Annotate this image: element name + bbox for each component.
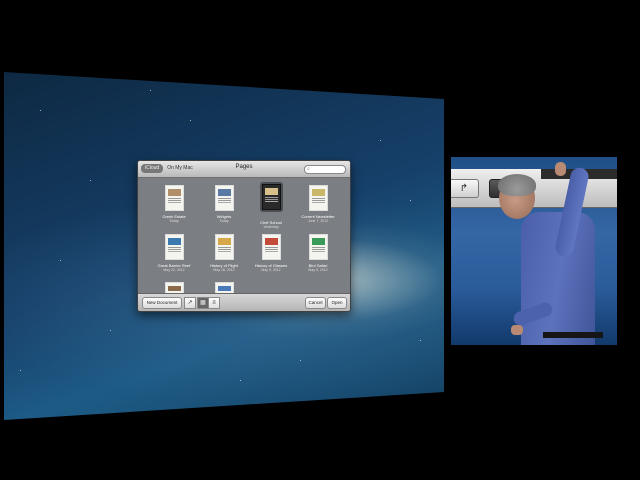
pages-document-browser: iCloud On My Mac Pages ⌕ Greek Estate To… (137, 160, 351, 312)
document-thumbnail (164, 234, 184, 260)
document-thumbnail (164, 185, 184, 211)
document-grid: Greek Estate Today Widgets Today Chef Sc… (138, 178, 350, 296)
share-icon[interactable]: ↗ (184, 297, 196, 309)
document-thumbnail (214, 185, 234, 211)
document-item[interactable]: Great Barrier Reef May 22, 2012 (150, 234, 198, 272)
document-item-selected[interactable]: Chef School Yesterday (247, 182, 295, 229)
search-icon: ⌕ (307, 166, 310, 172)
open-button[interactable]: Open (327, 297, 347, 309)
document-thumbnail (308, 185, 328, 211)
document-item[interactable]: Greek Estate Today (150, 185, 198, 223)
document-date: Today (169, 219, 179, 223)
share-icon: ↱ (451, 179, 479, 198)
presenter-belt (543, 332, 603, 338)
presenter-video-feed: ↱ (451, 157, 617, 345)
search-input[interactable]: ⌕ (304, 165, 346, 174)
document-date: June 7, 2012 (307, 219, 329, 223)
document-date: May 22, 2012 (163, 268, 185, 272)
document-thumbnail (308, 234, 328, 260)
document-item[interactable]: Widgets Today (200, 185, 248, 223)
document-date: May 18, 2012 (213, 268, 235, 272)
selection-highlight (259, 182, 283, 212)
presenter-lower-hand (511, 325, 523, 335)
presenter-hair (498, 174, 536, 196)
document-item[interactable]: History of Glasses May 9, 2012 (247, 234, 295, 272)
presenter-hand (555, 162, 566, 176)
document-item[interactable]: Current Newsletter June 7, 2012 (294, 185, 342, 223)
document-item[interactable]: History of Flight May 18, 2012 (200, 234, 248, 272)
document-thumbnail (261, 184, 281, 210)
titlebar: iCloud On My Mac Pages ⌕ (138, 161, 350, 178)
document-date: Yesterday (263, 225, 279, 229)
document-thumbnail (214, 234, 234, 260)
document-item[interactable]: Bird Safari May 5, 2012 (294, 234, 342, 272)
document-date: May 9, 2012 (261, 268, 281, 272)
document-thumbnail (261, 234, 281, 260)
bottom-toolbar: New Document ↗ ▦ ≡ Cancel Open (138, 293, 350, 311)
new-document-button[interactable]: New Document (142, 297, 182, 309)
document-date: Today (219, 219, 229, 223)
document-date: May 5, 2012 (308, 268, 328, 272)
list-view-icon[interactable]: ≡ (208, 297, 220, 309)
cancel-button[interactable]: Cancel (305, 297, 326, 309)
